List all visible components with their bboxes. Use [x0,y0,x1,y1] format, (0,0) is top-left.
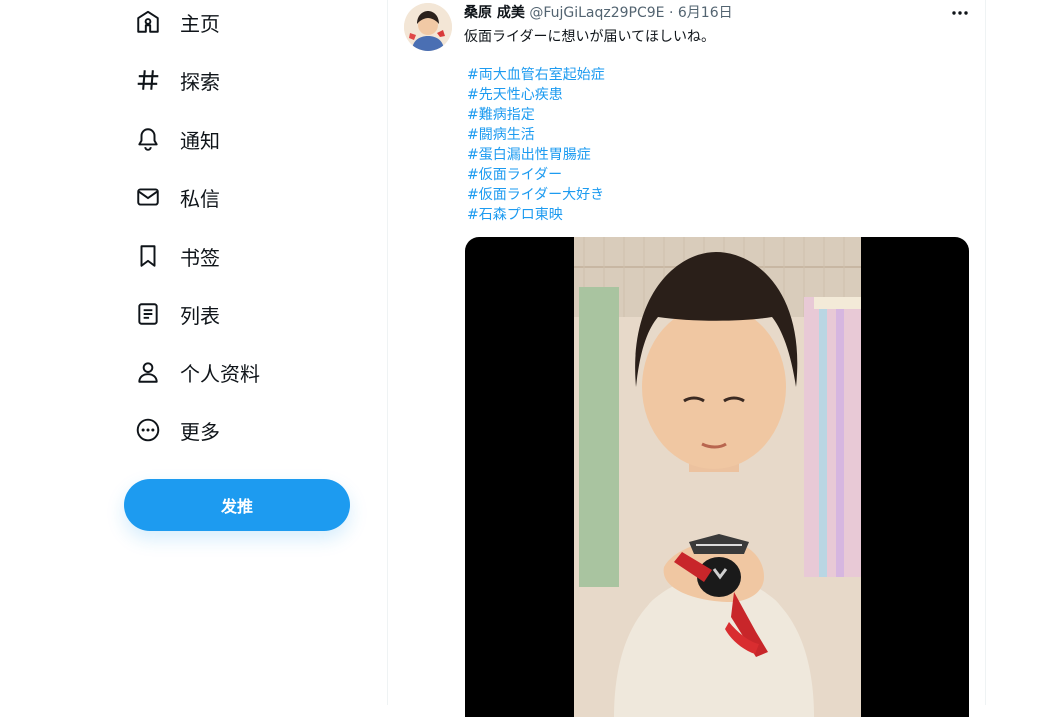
sidebar-nav: 主页 探索 通知 私信 书签 列表 个人资料 更多 发推 [0,0,388,705]
profile-icon [135,359,161,385]
column-divider-right [985,0,986,705]
tweet-text: 仮面ライダーに想いが届いてほしいね。 [464,29,716,45]
bookmark-icon [135,243,161,269]
tweet-date[interactable]: 6月16日 [678,5,733,21]
mail-icon [135,184,161,210]
sidebar-item-label: 更多 [180,419,220,444]
video-frame [574,237,861,717]
list-icon [135,301,161,327]
header-separator: · [668,5,674,21]
author-handle[interactable]: @FujGiLaqz29PC9E [529,5,664,21]
sidebar-item-label: 个人资料 [180,361,260,386]
sidebar-item-lists[interactable]: 列表 [124,289,220,339]
hashtag-link[interactable]: #蛋白漏出性胃腸症 [467,145,605,165]
sidebar-item-label: 书签 [180,245,220,270]
hashtag-link[interactable]: #仮面ライダー [467,165,605,185]
column-divider-left [387,0,388,705]
sidebar-item-more[interactable]: 更多 [124,405,220,455]
more-options-icon[interactable] [949,3,971,21]
sidebar-item-home[interactable]: 主页 [124,0,220,47]
author-name[interactable]: 桑原 成美 [464,5,525,21]
sidebar-item-label: 通知 [180,128,220,153]
hashtag-link[interactable]: #両大血管右室起始症 [467,65,605,85]
hashtag-list: #両大血管右室起始症 #先天性心疾患 #難病指定 #闘病生活 #蛋白漏出性胃腸症… [467,65,605,225]
tweet[interactable]: 桑原 成美 @FujGiLaqz29PC9E · 6月16日 仮面ライダーに想い… [389,0,985,717]
bell-icon [135,126,161,152]
hashtag-link[interactable]: #仮面ライダー大好き [467,185,605,205]
hashtag-icon [135,67,161,93]
sidebar-item-label: 私信 [180,186,220,211]
tweet-header: 桑原 成美 @FujGiLaqz29PC9E · 6月16日 [464,2,733,22]
sidebar-item-label: 探索 [180,69,220,94]
sidebar-item-explore[interactable]: 探索 [124,55,220,105]
tweet-button[interactable]: 发推 [124,479,350,531]
sidebar-item-bookmarks[interactable]: 书签 [124,231,220,281]
sidebar-item-profile[interactable]: 个人资料 [124,347,260,397]
sidebar-item-label: 主页 [180,11,220,36]
hashtag-link[interactable]: #石森プロ東映 [467,205,605,225]
sidebar-item-messages[interactable]: 私信 [124,172,220,222]
home-icon [135,9,161,35]
sidebar-item-notifications[interactable]: 通知 [124,114,220,164]
more-circle-icon [135,417,161,443]
hashtag-link[interactable]: #難病指定 [467,105,605,125]
video-player[interactable] [465,237,969,717]
avatar[interactable] [404,3,452,51]
hashtag-link[interactable]: #闘病生活 [467,125,605,145]
hashtag-link[interactable]: #先天性心疾患 [467,85,605,105]
sidebar-item-label: 列表 [180,303,220,328]
